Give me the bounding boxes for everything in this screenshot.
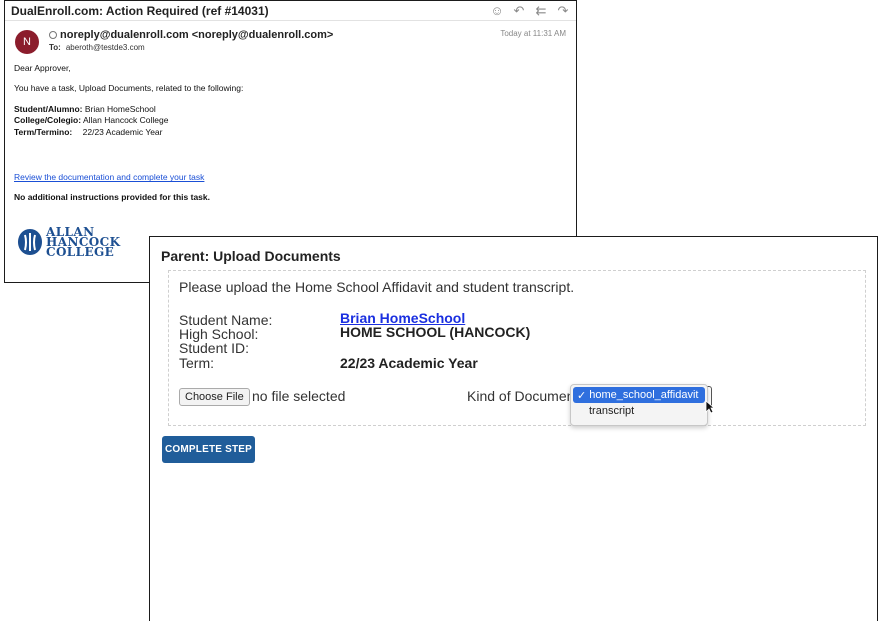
complete-step-button[interactable]: COMPLETE STEP bbox=[162, 436, 255, 463]
email-college-row: College/Colegio: Allan Hancock College bbox=[14, 115, 567, 126]
high-school-value: HOME SCHOOL (HANCOCK) bbox=[340, 324, 531, 340]
email-body: Dear Approver, You have a task, Upload D… bbox=[5, 59, 576, 207]
email-greeting: Dear Approver, bbox=[14, 63, 71, 73]
upload-box: Please upload the Home School Affidavit … bbox=[168, 270, 866, 426]
email-date: Today at 11:31 AM bbox=[500, 29, 566, 38]
email-term-label: Term/Termino: bbox=[14, 126, 73, 137]
mouse-pointer-icon bbox=[705, 400, 715, 414]
hancock-seal-icon bbox=[18, 229, 42, 255]
email-actions: ☺ ↶ ⇇ ↷ bbox=[490, 3, 570, 19]
upload-documents-panel: Parent: Upload Documents Please upload t… bbox=[149, 236, 878, 621]
unread-dot-icon bbox=[49, 31, 57, 39]
checkmark-icon: ✓ bbox=[577, 389, 587, 402]
email-subject-bar: DualEnroll.com: Action Required (ref #14… bbox=[5, 1, 576, 21]
review-task-link[interactable]: Review the documentation and complete yo… bbox=[14, 172, 204, 183]
email-task-line: You have a task, Upload Documents, relat… bbox=[14, 83, 244, 94]
email-to-label: To: bbox=[49, 43, 61, 52]
term-label: Term: bbox=[179, 355, 214, 371]
term-value: 22/23 Academic Year bbox=[340, 355, 478, 371]
email-from: noreply@dualenroll.com <noreply@dualenro… bbox=[49, 29, 333, 41]
email-student-row: Student/Alumno: Brian HomeSchool bbox=[14, 104, 567, 115]
email-subject: DualEnroll.com: Action Required (ref #14… bbox=[11, 3, 269, 18]
email-from-address: noreply@dualenroll.com <noreply@dualenro… bbox=[60, 29, 334, 41]
option-label: home_school_affidavit bbox=[589, 389, 699, 401]
page-title: Parent: Upload Documents bbox=[161, 248, 341, 264]
email-college-value: Allan Hancock College bbox=[82, 115, 169, 126]
option-home-school-affidavit[interactable]: ✓ home_school_affidavit bbox=[573, 387, 705, 403]
email-student-value: Brian HomeSchool bbox=[84, 103, 156, 114]
email-term-row: Term/Termino: 22/23 Academic Year bbox=[14, 127, 567, 138]
email-student-label: Student/Alumno: bbox=[14, 103, 83, 114]
upload-instruction: Please upload the Home School Affidavit … bbox=[179, 279, 575, 295]
email-to: To: aberoth@testde3.com bbox=[49, 43, 145, 52]
student-id-label: Student ID: bbox=[179, 340, 250, 356]
email-college-label: College/Colegio: bbox=[14, 115, 82, 126]
email-header: N noreply@dualenroll.com <noreply@dualen… bbox=[5, 21, 576, 59]
option-transcript[interactable]: transcript bbox=[573, 403, 705, 419]
email-to-address: aberoth@testde3.com bbox=[65, 43, 145, 52]
forward-icon[interactable]: ↷ bbox=[556, 3, 570, 19]
reply-icon[interactable]: ↶ bbox=[512, 3, 526, 19]
reply-all-icon[interactable]: ⇇ bbox=[534, 3, 548, 19]
sender-avatar: N bbox=[15, 30, 39, 54]
email-no-instructions: No additional instructions provided for … bbox=[14, 191, 210, 202]
choose-file-button[interactable]: Choose File bbox=[179, 388, 250, 406]
logo-words: ALLAN HANCOCK COLLEGE bbox=[46, 226, 120, 259]
allan-hancock-logo: ALLAN HANCOCK COLLEGE bbox=[17, 226, 120, 259]
no-file-status: no file selected bbox=[252, 388, 346, 404]
kind-of-document-label: Kind of Document bbox=[467, 388, 579, 404]
screenshot-stage: DualEnroll.com: Action Required (ref #14… bbox=[0, 0, 883, 621]
email-term-value: 22/23 Academic Year bbox=[82, 126, 163, 137]
smiley-icon[interactable]: ☺ bbox=[490, 3, 504, 19]
kind-of-document-dropdown[interactable]: ✓ home_school_affidavit transcript bbox=[570, 384, 708, 426]
logo-line3: COLLEGE bbox=[46, 245, 115, 259]
